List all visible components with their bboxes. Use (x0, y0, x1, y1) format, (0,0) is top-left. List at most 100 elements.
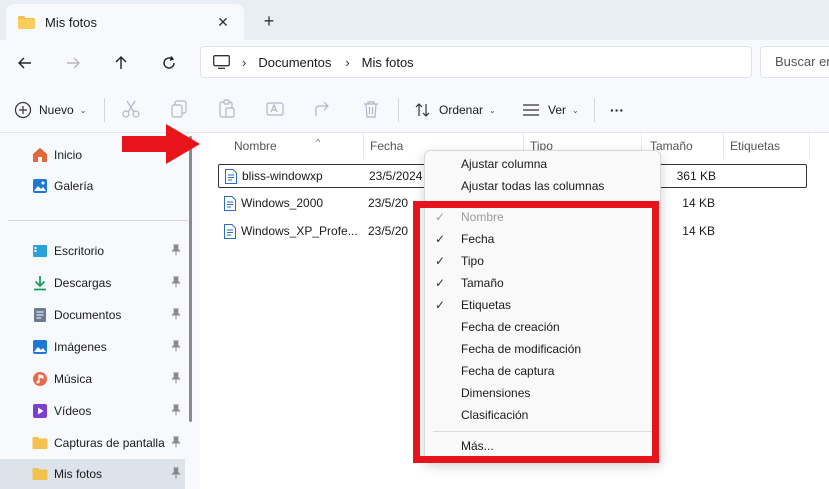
delete-icon[interactable] (360, 98, 382, 120)
sidebar-item-descargas[interactable]: Descargas (0, 268, 185, 298)
chevron-down-icon: ⌄ (572, 105, 579, 115)
sidebar-item-label: Escritorio (54, 244, 105, 258)
new-button-label: Nuevo (39, 103, 74, 117)
address-bar[interactable]: › Documentos › Mis fotos (200, 46, 752, 78)
sidebar-item-label: Imágenes (54, 340, 107, 354)
sidebar-item-imagenes[interactable]: Imágenes (0, 332, 185, 362)
sidebar-item-label: Mis fotos (54, 467, 103, 481)
forward-button[interactable] (58, 48, 88, 78)
menu-item-ajustar-columna[interactable]: Ajustar columna (425, 153, 662, 175)
sort-button[interactable]: Ordenar ⌄ (414, 96, 496, 124)
sidebar-item-documentos[interactable]: Documentos (0, 300, 185, 330)
tab-strip: Mis fotos ✕ + (0, 0, 829, 40)
file-icon (224, 196, 236, 211)
arrow-right-icon (67, 57, 80, 69)
refresh-button[interactable] (154, 48, 184, 78)
sidebar-item-label: Capturas de pantalla (54, 436, 165, 450)
chevron-down-icon: ⌄ (489, 105, 496, 115)
gallery-icon (33, 179, 47, 193)
sidebar-item-musica[interactable]: Música (0, 364, 185, 394)
sidebar-item-escritorio[interactable]: Escritorio (0, 236, 185, 266)
file-icon (224, 224, 236, 239)
sort-icon (415, 103, 430, 117)
pin-icon[interactable] (171, 340, 181, 352)
toolbar-divider (398, 98, 399, 122)
pin-icon[interactable] (171, 436, 181, 448)
pin-icon[interactable] (171, 372, 181, 384)
sidebar-item-label: Galería (54, 179, 94, 193)
new-button[interactable]: Nuevo ⌄ (14, 96, 86, 124)
view-icon (523, 104, 539, 116)
music-icon (33, 372, 47, 386)
pin-icon[interactable] (171, 244, 181, 256)
home-icon (32, 147, 48, 162)
search-input[interactable]: Buscar en (760, 46, 829, 78)
computer-icon (213, 55, 230, 69)
new-tab-button[interactable]: + (258, 10, 280, 32)
folder-icon (32, 437, 48, 449)
cut-icon[interactable] (120, 98, 142, 120)
sidebar-item-label: Inicio (54, 148, 83, 162)
breadcrumb-mis-fotos[interactable]: Mis fotos (362, 55, 414, 70)
file-name: Windows_XP_Profe... (241, 224, 358, 238)
up-button[interactable] (106, 48, 136, 78)
file-size: 361 KB (676, 169, 716, 183)
tab-mis-fotos[interactable]: Mis fotos ✕ (6, 4, 244, 40)
column-header-nombre[interactable]: Nombre ^ (226, 133, 364, 159)
arrow-up-icon (115, 56, 127, 69)
sidebar-item-label: Música (54, 372, 93, 386)
sort-button-label: Ordenar (439, 103, 484, 117)
breadcrumb-documentos[interactable]: Documentos (258, 55, 331, 70)
file-name: bliss-windowxp (242, 169, 323, 183)
view-button[interactable]: Ver ⌄ (522, 96, 579, 124)
column-header-etiquetas[interactable]: Etiquetas (722, 133, 810, 159)
menu-item-ajustar-todas[interactable]: Ajustar todas las columnas (425, 175, 662, 197)
sidebar-scrollbar[interactable] (189, 136, 192, 422)
sidebar-item-mis-fotos[interactable]: Mis fotos (0, 459, 185, 489)
folder-icon (32, 468, 48, 480)
navigation-pane: Inicio Galería Escritorio Descargas Docu… (0, 133, 200, 489)
rename-icon[interactable] (264, 98, 286, 120)
pin-icon[interactable] (171, 308, 181, 320)
arrow-left-icon (18, 57, 31, 69)
sidebar-divider (8, 220, 188, 221)
videos-icon (33, 404, 47, 418)
breadcrumb-separator[interactable]: › (345, 55, 349, 70)
copy-icon[interactable] (168, 98, 190, 120)
file-size: 14 KB (682, 196, 715, 210)
sidebar-item-label: Descargas (54, 276, 112, 290)
file-icon (225, 169, 237, 184)
toolbar-divider (104, 98, 105, 122)
annotation-arrow-icon (122, 124, 200, 164)
view-button-label: Ver (548, 103, 567, 117)
back-button[interactable] (10, 48, 40, 78)
pin-icon[interactable] (171, 467, 181, 479)
tab-title: Mis fotos (45, 14, 98, 30)
share-icon[interactable] (312, 98, 334, 120)
sidebar-item-label: Vídeos (54, 404, 92, 418)
file-size: 14 KB (682, 224, 715, 238)
sort-ascending-icon: ^ (316, 137, 321, 147)
file-name: Windows_2000 (241, 196, 324, 210)
sidebar-item-galeria[interactable]: Galería (0, 171, 185, 201)
pin-icon[interactable] (171, 404, 181, 416)
chevron-down-icon: ⌄ (79, 105, 87, 115)
sidebar-item-label: Documentos (54, 308, 122, 322)
download-icon (34, 276, 46, 291)
file-date: 23/5/2024 (369, 169, 423, 183)
folder-icon (18, 15, 35, 29)
refresh-icon (163, 56, 175, 69)
more-options-button[interactable]: ··· (610, 96, 624, 124)
breadcrumb-separator[interactable]: › (242, 55, 246, 70)
toolbar-divider (594, 98, 595, 122)
pin-icon[interactable] (171, 276, 181, 288)
close-tab-icon[interactable]: ✕ (214, 14, 232, 31)
sidebar-item-videos[interactable]: Vídeos (0, 396, 185, 426)
plus-circle-icon (14, 101, 32, 119)
navigation-bar: › Documentos › Mis fotos Buscar en (0, 40, 829, 86)
desktop-icon (33, 245, 47, 257)
sidebar-item-capturas[interactable]: Capturas de pantalla (0, 428, 185, 458)
documents-icon (34, 308, 46, 322)
paste-icon[interactable] (216, 98, 238, 120)
annotation-highlight-box (413, 201, 659, 463)
